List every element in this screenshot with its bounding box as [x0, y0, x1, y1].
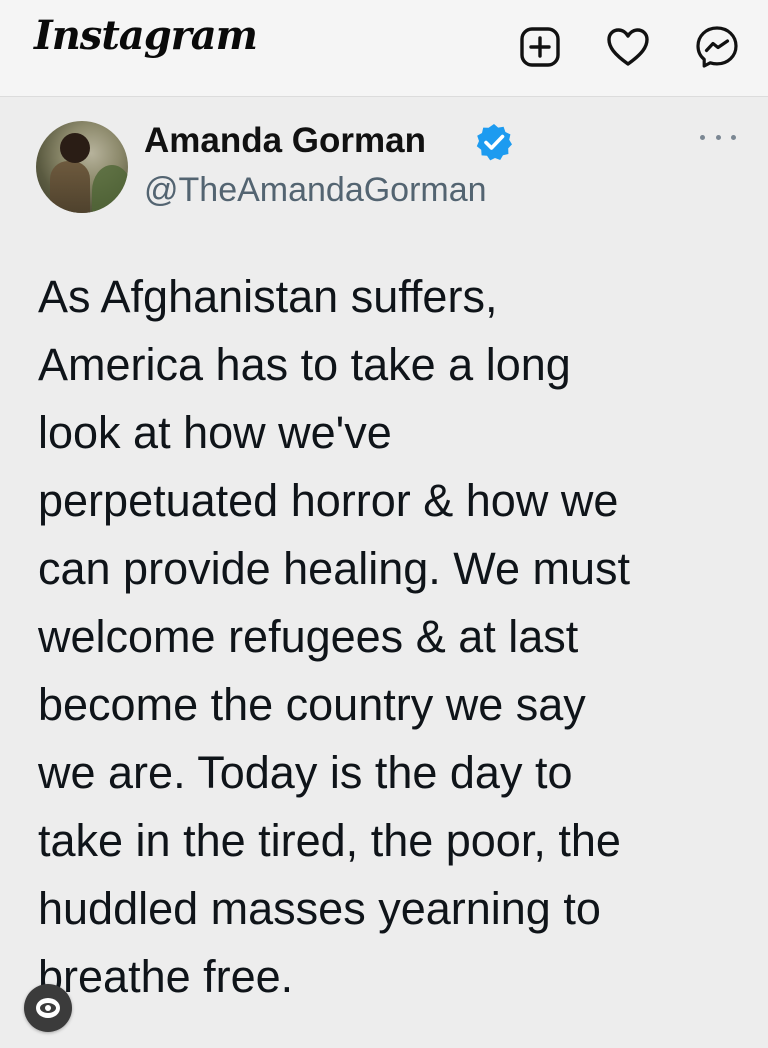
- verified-badge-icon: [476, 124, 512, 161]
- avatar[interactable]: [36, 121, 128, 213]
- heart-icon[interactable]: [605, 24, 651, 70]
- author-handle[interactable]: @TheAmandaGorman: [144, 171, 487, 210]
- more-dots-icon[interactable]: [700, 127, 736, 147]
- author-name[interactable]: Amanda Gorman: [144, 121, 426, 161]
- app-logo[interactable]: Instagram: [34, 12, 258, 59]
- tweet-text: As Afghanistan suffers, America has to t…: [38, 271, 630, 1002]
- messenger-icon[interactable]: [694, 24, 740, 70]
- add-post-icon[interactable]: [517, 24, 563, 70]
- tweet-card: Amanda Gorman @TheAmandaGorman As Afghan…: [0, 97, 768, 1048]
- eye-icon[interactable]: [24, 984, 72, 1032]
- top-bar: Instagram: [0, 0, 768, 97]
